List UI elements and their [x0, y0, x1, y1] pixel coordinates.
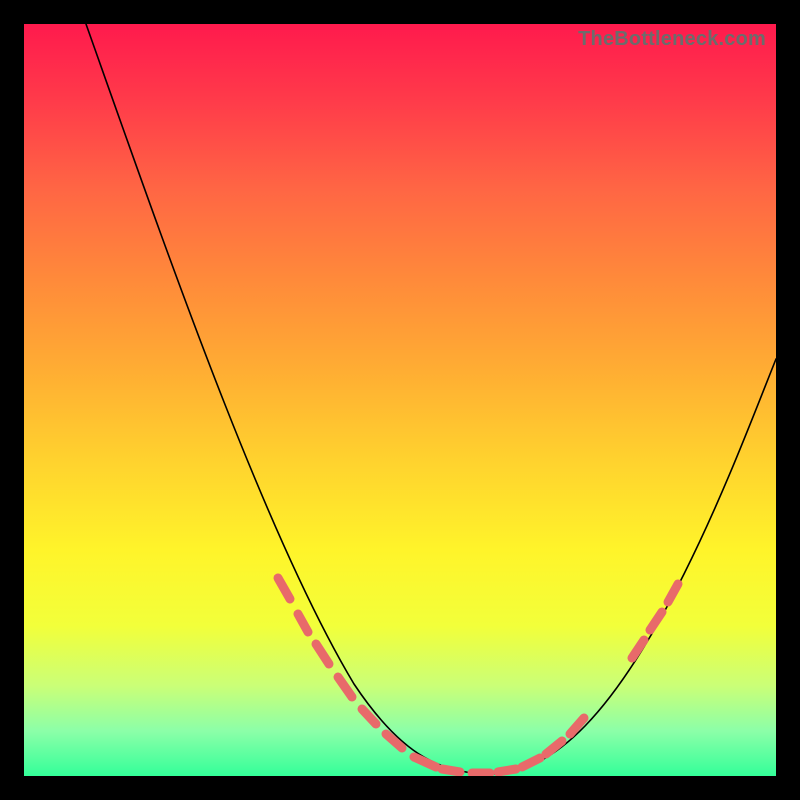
- chart-svg: [24, 24, 776, 776]
- curve-marker: [338, 677, 352, 697]
- curve-marker: [278, 578, 290, 599]
- curve-marker: [414, 757, 436, 767]
- curve-marker: [650, 612, 662, 630]
- curve-marker: [498, 769, 516, 772]
- curve-marker: [522, 758, 540, 767]
- marker-group: [278, 578, 678, 773]
- curve-marker: [386, 734, 402, 748]
- curve-marker: [632, 640, 644, 658]
- curve-marker: [316, 644, 329, 664]
- curve-marker: [298, 614, 308, 632]
- curve-marker: [442, 769, 460, 772]
- curve-marker: [668, 584, 678, 602]
- curve-marker: [546, 741, 562, 754]
- chart-area: TheBottleneck.com: [24, 24, 776, 776]
- bottleneck-curve: [86, 24, 776, 774]
- curve-marker: [570, 718, 584, 734]
